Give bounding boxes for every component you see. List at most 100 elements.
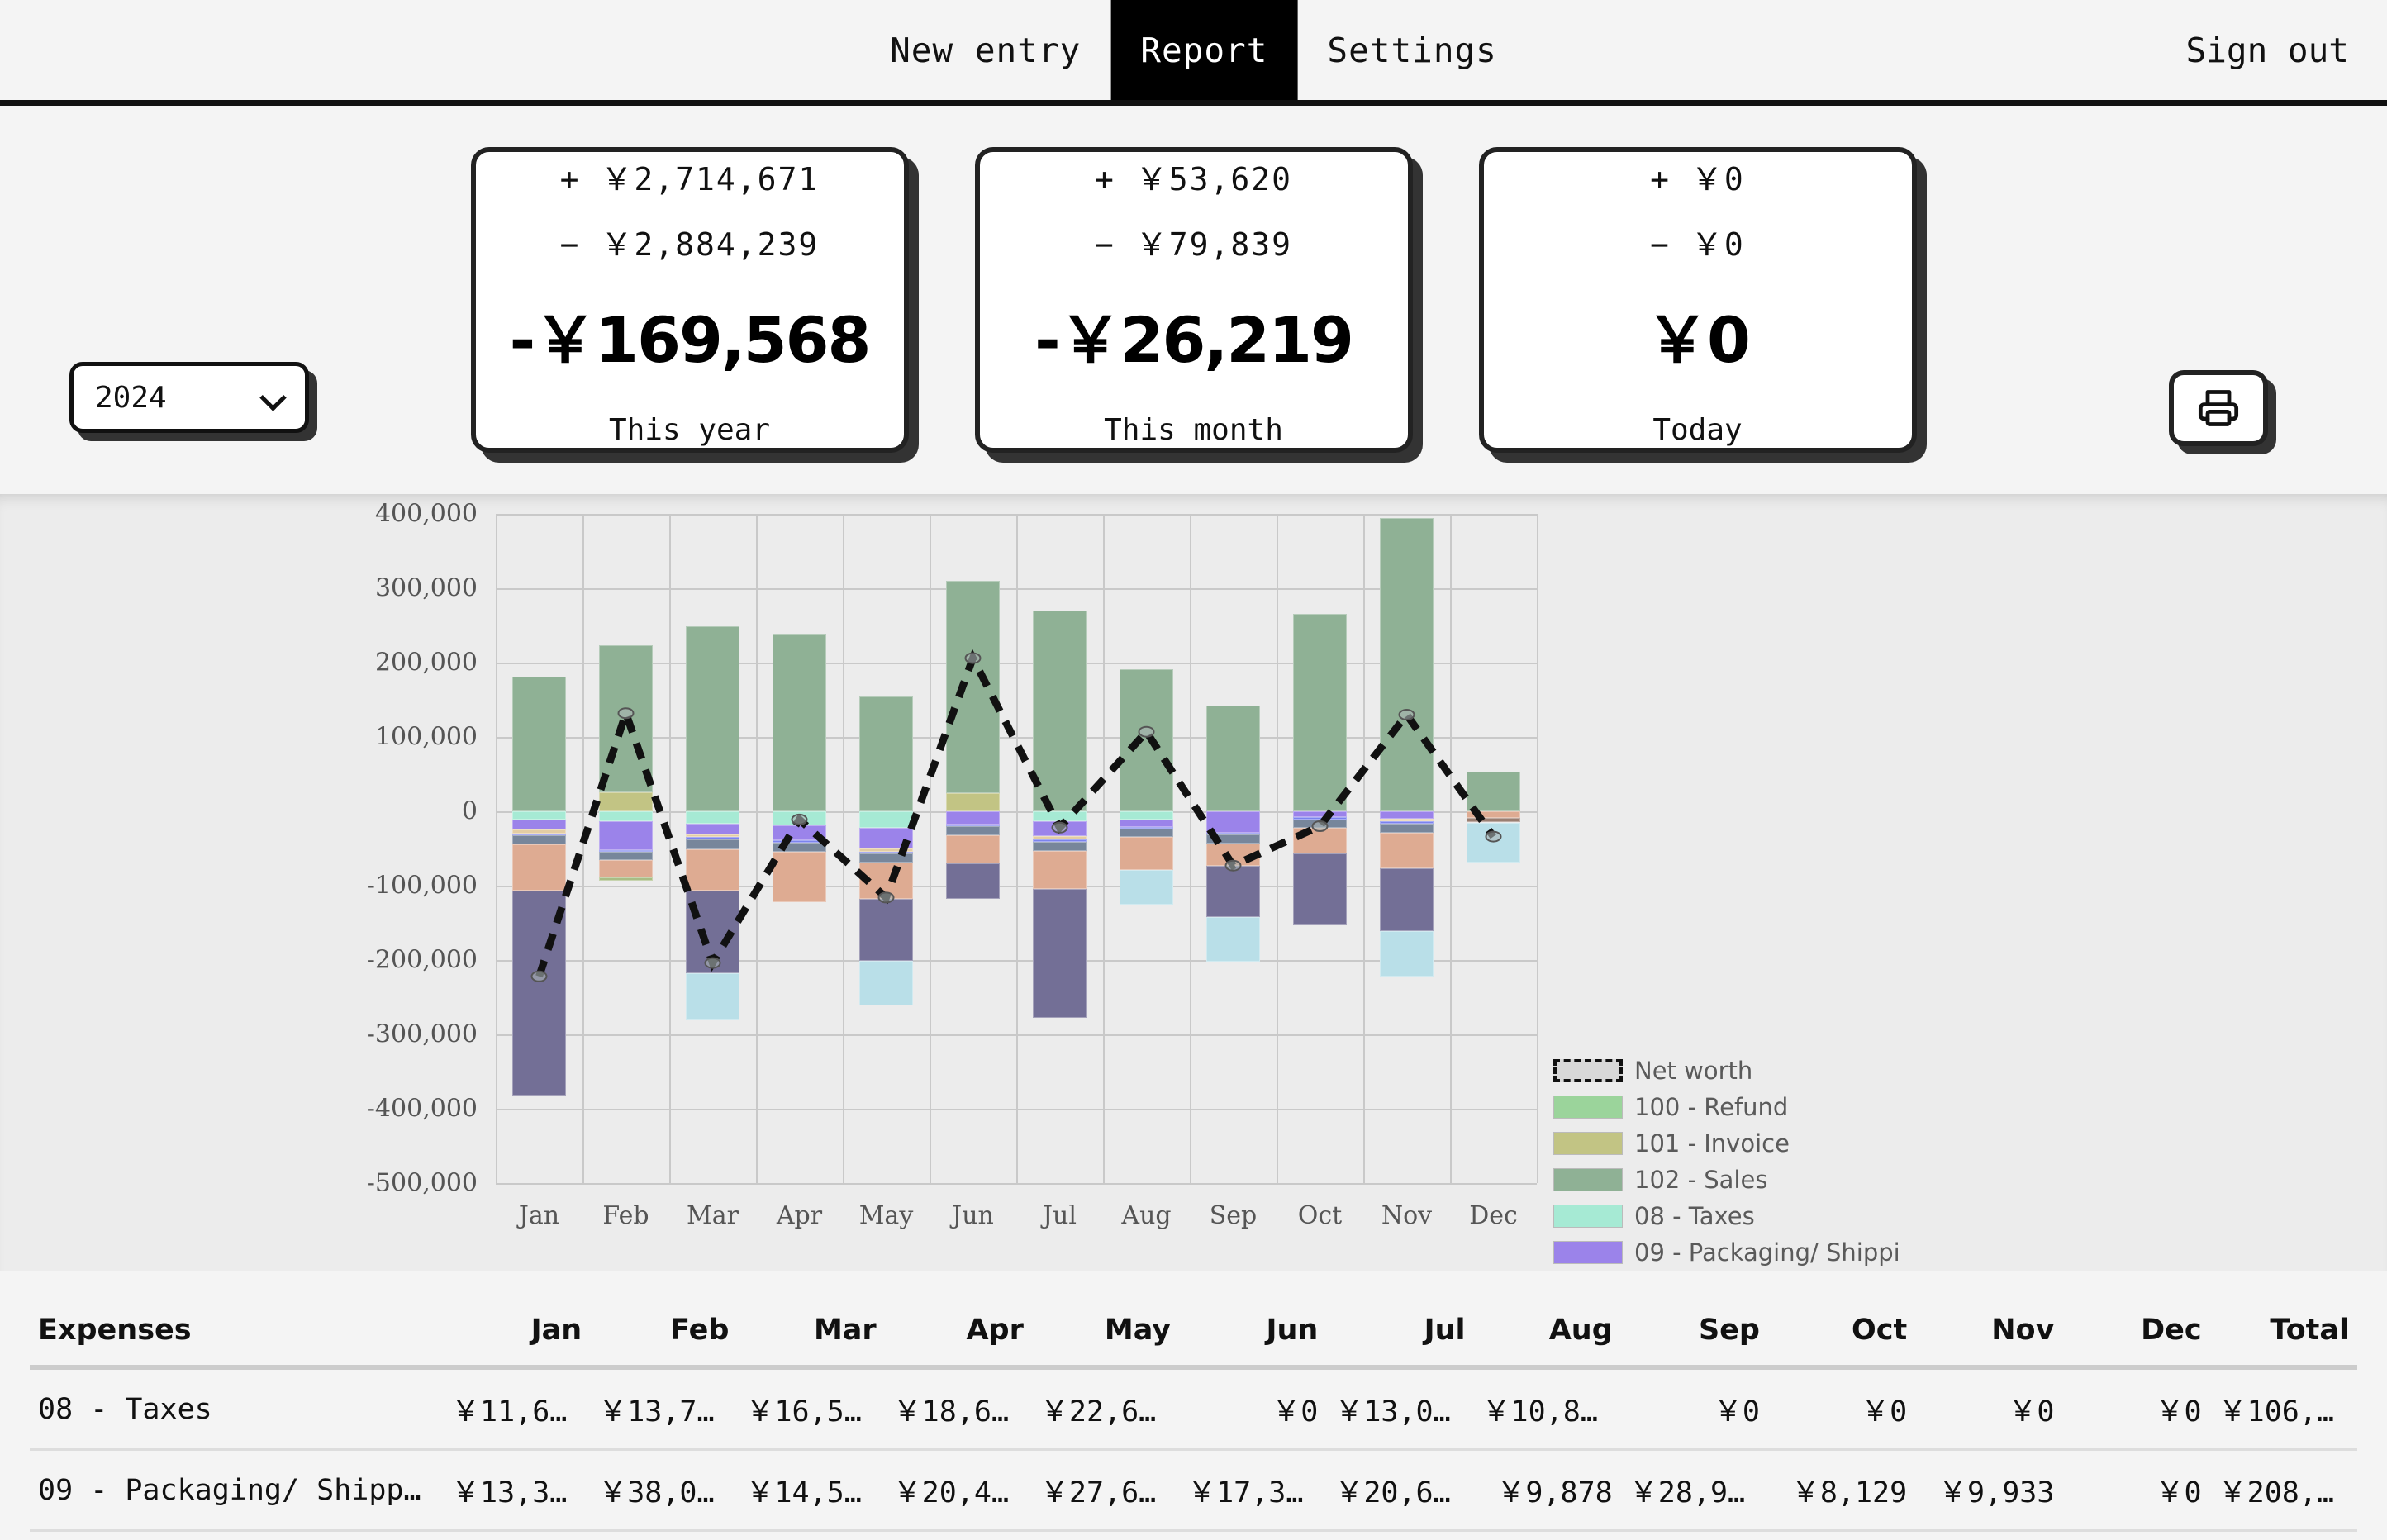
summary-card-this-year: + ￥2,714,671 − ￥2,884,239 -￥169,568 This… xyxy=(470,147,909,453)
y-axis-tick: 400,000 xyxy=(374,499,478,529)
net-amount: -￥169,568 xyxy=(509,302,872,377)
income-row: + ￥53,620 xyxy=(1094,160,1293,197)
table-header-apr: Apr xyxy=(966,1314,1024,1347)
table-cell-value: ￥208,856 xyxy=(2218,1476,2357,1509)
table-cell-value: ￥3,968 xyxy=(1032,1531,1179,1540)
table-cell-value: ￥13,000 xyxy=(1334,1395,1468,1428)
table-cell-value: ￥20,360 xyxy=(2210,1531,2357,1540)
x-axis-label: Nov xyxy=(1381,1201,1433,1230)
table-cell-value: ￥0 xyxy=(1768,1531,1915,1540)
legend-item[interactable]: 08 - Taxes xyxy=(1553,1198,1900,1234)
y-axis-tick: 300,000 xyxy=(374,573,478,603)
expense-row: − ￥2,884,239 xyxy=(559,226,820,263)
nav-items: New entry Report Settings xyxy=(860,0,1527,100)
year-select-value: 2024 xyxy=(95,380,167,415)
table-cell-category: 08 - Taxes xyxy=(38,1392,212,1426)
summary-card-today: + ￥0 − ￥0 ￥0 Today xyxy=(1478,147,1917,453)
nav-item-settings[interactable]: Settings xyxy=(1297,0,1526,100)
table-body: 08 - Taxes ￥11,600 ￥13,700 ￥16,500 ￥18,600 ￥2… xyxy=(30,1367,2357,1540)
legend-item[interactable]: 09 - Packaging/ Shipping xyxy=(1553,1234,1900,1271)
x-axis-label: May xyxy=(858,1201,914,1230)
sign-out-link[interactable]: Sign out xyxy=(2186,0,2349,100)
table-cell-category: 10 - Water, Electrici… xyxy=(30,1531,443,1540)
table-cell-value: ￥28,932 xyxy=(1629,1476,1763,1509)
legend-item[interactable]: Net worth xyxy=(1553,1053,1900,1089)
table-cell-value: ￥0 xyxy=(885,1531,1032,1540)
table-header-mar: Mar xyxy=(813,1314,877,1347)
table-cell-value: ￥0 xyxy=(590,1531,737,1540)
legend-label: 09 - Packaging/ Shipping xyxy=(1634,1238,1900,1267)
table-cell-value: ￥0 xyxy=(1272,1395,1319,1428)
table-cell-value: ￥16,500 xyxy=(745,1395,879,1428)
table-cell-value: ￥0 xyxy=(1179,1531,1326,1540)
legend-swatch xyxy=(1553,1096,1623,1119)
table-header-row: Expenses Jan Feb Mar Apr May Jun Jul Aug Sep Oct No… xyxy=(30,1295,2357,1367)
x-axis-label: Mar xyxy=(687,1201,739,1230)
table-cell-value: ￥9,878 xyxy=(1496,1476,1613,1509)
x-axis-label: Oct xyxy=(1297,1201,1343,1230)
y-axis-tick: 100,000 xyxy=(374,722,478,752)
chart-plot-area: 400,000 300,000 200,000 100,000 0 -100,000 -20… xyxy=(367,500,1538,1230)
legend-label: 101 - Invoice xyxy=(1634,1129,1790,1157)
top-navigation: New entry Report Settings Sign out xyxy=(0,0,2387,106)
legend-label: 08 - Taxes xyxy=(1634,1202,1755,1230)
table-cell-value: ￥20,669 xyxy=(1334,1476,1468,1509)
chart-legend: Net worth 100 - Refund 101 - Invoice 102 - … xyxy=(1553,1053,1900,1271)
card-label: This month xyxy=(1104,412,1283,447)
table-cell-category: 09 - Packaging/ Shipp… xyxy=(38,1473,421,1507)
expenses-table: Expenses Jan Feb Mar Apr May Jun Jul Aug Sep Oct No… xyxy=(30,1295,2357,1540)
table-header-nov: Nov xyxy=(1991,1314,2055,1347)
legend-item[interactable]: 100 - Refund xyxy=(1553,1089,1900,1125)
table-cell-value: ￥0 xyxy=(2155,1395,2202,1428)
nav-item-new-entry[interactable]: New entry xyxy=(860,0,1110,100)
legend-item[interactable]: 102 - Sales xyxy=(1553,1162,1900,1198)
card-label: This year xyxy=(608,412,771,447)
expense-row: − ￥0 xyxy=(1650,226,1745,263)
table-header-jun: Jun xyxy=(1266,1314,1319,1347)
x-axis-label: Apr xyxy=(776,1201,823,1230)
legend-label: 100 - Refund xyxy=(1634,1093,1789,1121)
table-cell-value: ￥0 xyxy=(1474,1531,1621,1540)
table-cell-value: ￥8,129 xyxy=(1790,1476,1908,1509)
print-button[interactable] xyxy=(2169,370,2268,446)
x-axis-label: Dec xyxy=(1469,1201,1518,1230)
legend-swatch xyxy=(1553,1168,1623,1191)
table-cell-value: ￥0 xyxy=(2062,1531,2209,1540)
card-label: Today xyxy=(1652,412,1743,447)
net-amount: ￥0 xyxy=(1646,302,1751,377)
table-header-sep: Sep xyxy=(1698,1314,1760,1347)
net-worth-line xyxy=(530,649,1502,982)
y-axis-tick: -300,000 xyxy=(366,1020,478,1049)
year-select[interactable]: 2024 xyxy=(69,362,309,433)
table-cell-value: ￥18,600 xyxy=(892,1395,1027,1428)
y-axis-tick: -200,000 xyxy=(366,945,478,975)
y-axis-tick: -100,000 xyxy=(366,871,478,901)
gridline xyxy=(1537,514,1538,1183)
table-header-jul: Jul xyxy=(1424,1314,1466,1347)
gridline xyxy=(496,1183,1537,1185)
table-header-expenses: Expenses xyxy=(38,1314,192,1347)
x-axis-label: Aug xyxy=(1121,1201,1172,1230)
table-header-aug: Aug xyxy=(1548,1314,1613,1347)
x-axis-label: Feb xyxy=(602,1201,649,1230)
table-cell-value: ￥20,415 xyxy=(892,1476,1027,1509)
legend-item[interactable]: 101 - Invoice xyxy=(1553,1125,1900,1162)
nav-item-report[interactable]: Report xyxy=(1110,0,1298,100)
table-header-dec: Dec xyxy=(2141,1314,2202,1347)
table-header-feb: Feb xyxy=(670,1314,730,1347)
chevron-down-icon xyxy=(262,387,283,408)
table-row[interactable]: 08 - Taxes ￥11,600 ￥13,700 ￥16,500 ￥18,600 ￥2… xyxy=(30,1367,2357,1450)
x-axis-label: Jun xyxy=(952,1201,994,1230)
y-axis-tick: 0 xyxy=(461,796,478,826)
table-header-total: Total xyxy=(2270,1314,2349,1347)
y-axis-tick: -400,000 xyxy=(366,1094,478,1124)
legend-swatch xyxy=(1553,1205,1623,1228)
table-cell-value: ￥38,006 xyxy=(598,1476,732,1509)
table-header-oct: Oct xyxy=(1851,1314,1908,1347)
table-header-may: May xyxy=(1104,1314,1172,1347)
table-row[interactable]: 09 - Packaging/ Shipp… ￥13,376 ￥38,006 ￥14,… xyxy=(30,1450,2357,1531)
expenses-table-wrap: Expenses Jan Feb Mar Apr May Jun Jul Aug Sep Oct No… xyxy=(0,1271,2387,1540)
table-cell-value: ￥10,800 xyxy=(1481,1395,1615,1428)
table-row[interactable]: 10 - Water, Electrici…￥4,753￥0￥3,967￥0￥3… xyxy=(30,1531,2357,1540)
x-axis-label: Sep xyxy=(1209,1201,1258,1230)
